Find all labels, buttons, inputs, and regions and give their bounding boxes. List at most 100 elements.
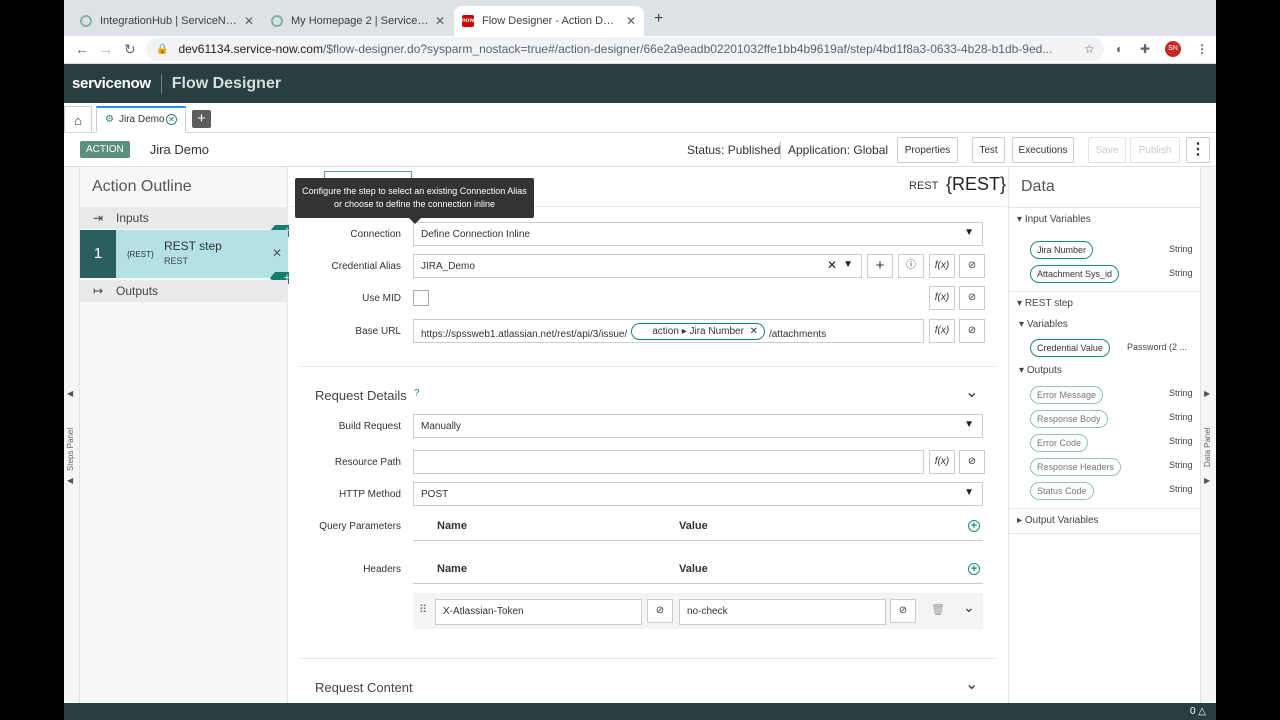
query-parameters-label: Query Parameters bbox=[319, 521, 401, 532]
add-tab-button[interactable]: + bbox=[192, 110, 211, 128]
delete-step-icon[interactable]: ✕ bbox=[272, 246, 282, 260]
profile-avatar[interactable]: SN bbox=[1165, 41, 1181, 57]
data-panel-toggle[interactable]: ▶ Data Panel ▶ bbox=[1200, 167, 1216, 703]
outline-outputs-label: Outputs bbox=[116, 284, 159, 298]
add-credential-button[interactable]: + bbox=[867, 254, 893, 278]
script-toggle-button[interactable]: f(x) bbox=[929, 254, 955, 278]
browser-tab-homepage[interactable]: My Homepage 2 | ServiceNow ✕ bbox=[263, 6, 453, 36]
input-variables-section[interactable]: ▾ Input Variables bbox=[1009, 207, 1201, 231]
data-pill-status-code[interactable]: Status Code bbox=[1030, 482, 1094, 500]
data-pill-picker-icon[interactable]: ⊘ bbox=[959, 450, 985, 474]
url-field[interactable]: 🔒 dev61134.service-now.com /$flow-design… bbox=[146, 37, 1104, 61]
delete-row-icon[interactable]: 🗑 bbox=[931, 603, 945, 616]
chevron-down-icon: ▼ bbox=[843, 259, 853, 270]
script-toggle-button[interactable]: f(x) bbox=[929, 286, 955, 310]
collapse-chevron-icon[interactable]: ⌄ bbox=[965, 382, 978, 402]
data-pill-picker-icon[interactable]: ⊘ bbox=[647, 599, 673, 623]
extension-icon[interactable]: ◐ bbox=[1116, 42, 1123, 56]
caret-down-icon: ▾ bbox=[1017, 298, 1025, 309]
status-text: Status: Published bbox=[687, 143, 781, 157]
base-url-field[interactable]: https://spssweb1.atlassian.net/rest/api/… bbox=[413, 319, 924, 343]
test-button[interactable]: Test bbox=[972, 137, 1005, 163]
collapse-left-icon[interactable]: ◀ bbox=[67, 389, 73, 398]
collapse-left-icon[interactable]: ◀ bbox=[67, 476, 73, 485]
new-tab-button[interactable]: + bbox=[654, 10, 663, 28]
info-icon[interactable]: ⓘ bbox=[898, 254, 924, 278]
add-query-parameter-icon[interactable]: + bbox=[968, 520, 980, 532]
expand-row-icon[interactable]: ⌄ bbox=[963, 599, 975, 616]
build-request-select[interactable]: Manually ▼ bbox=[413, 414, 983, 438]
resource-path-field[interactable] bbox=[413, 450, 924, 474]
close-tab-icon[interactable]: ✕ bbox=[626, 14, 636, 28]
remove-pill-icon[interactable]: ✕ bbox=[750, 326, 758, 337]
browser-tab-integrationhub[interactable]: IntegrationHub | ServiceNow D ✕ bbox=[72, 6, 262, 36]
use-mid-checkbox[interactable] bbox=[413, 290, 429, 306]
more-options-icon[interactable]: ⋮ bbox=[1186, 137, 1210, 163]
home-tab[interactable]: ⌂ bbox=[64, 106, 92, 133]
browser-menu-icon[interactable]: ⋮ bbox=[1196, 42, 1208, 56]
data-pill-response-body[interactable]: Response Body bbox=[1030, 410, 1108, 428]
data-pill-picker-icon[interactable]: ⊘ bbox=[959, 319, 985, 343]
header-name-field[interactable]: X-Atlassian-Token bbox=[435, 599, 642, 625]
close-tab-icon[interactable]: ✕ bbox=[244, 14, 254, 28]
properties-button[interactable]: Properties bbox=[897, 137, 958, 163]
browser-tab-flow-designer[interactable]: now Flow Designer - Action Designer ✕ bbox=[454, 6, 644, 36]
publish-button[interactable]: Publish bbox=[1130, 137, 1180, 163]
data-pill-credential-value[interactable]: Credential Value bbox=[1030, 339, 1110, 357]
use-mid-row: Use MID f(x) ⊘ bbox=[289, 284, 1007, 312]
help-icon[interactable]: ? bbox=[414, 388, 420, 399]
column-value: Value bbox=[679, 520, 708, 532]
save-button[interactable]: Save bbox=[1088, 137, 1126, 163]
action-tab-icon: ⚙ bbox=[105, 114, 114, 125]
data-pill-jira-number[interactable]: Jira Number bbox=[1030, 241, 1094, 259]
script-toggle-button[interactable]: f(x) bbox=[929, 319, 955, 343]
drag-handle-icon[interactable]: ⠿ bbox=[419, 603, 427, 616]
add-header-icon[interactable]: + bbox=[968, 563, 980, 575]
data-pill-picker-icon[interactable]: ⊘ bbox=[959, 286, 985, 310]
reload-icon[interactable]: ↻ bbox=[124, 41, 136, 58]
script-toggle-button[interactable]: f(x) bbox=[929, 450, 955, 474]
bookmark-star-icon[interactable]: ☆ bbox=[1084, 42, 1095, 56]
chevron-down-icon: ▼ bbox=[964, 227, 974, 238]
close-tab-icon[interactable]: ✕ bbox=[435, 14, 445, 28]
collapse-chevron-icon[interactable]: ⌄ bbox=[965, 674, 978, 694]
back-icon[interactable]: ← bbox=[75, 41, 89, 57]
base-url-row: Base URL https://spssweb1.atlassian.net/… bbox=[289, 317, 1007, 345]
data-type: String bbox=[1169, 268, 1193, 278]
data-pill[interactable]: action ▸ Jira Number ✕ bbox=[631, 323, 765, 340]
clear-icon[interactable]: ✕ bbox=[827, 258, 837, 272]
chevron-down-icon: ▼ bbox=[964, 419, 974, 430]
http-method-select[interactable]: POST ▼ bbox=[413, 482, 983, 506]
header-value-field[interactable]: no-check bbox=[679, 599, 886, 625]
data-pill-picker-icon[interactable]: ⊘ bbox=[959, 254, 985, 278]
outline-inputs[interactable]: ⇥ Inputs bbox=[80, 207, 288, 229]
variables-section[interactable]: ▾ Variables bbox=[1019, 319, 1068, 330]
data-pill-response-headers[interactable]: Response Headers bbox=[1030, 458, 1122, 476]
puzzle-icon[interactable]: ✚ bbox=[1140, 42, 1150, 56]
output-variables-section[interactable]: ▸ Output Variables bbox=[1009, 508, 1201, 534]
collapse-right-icon[interactable]: ▶ bbox=[1204, 476, 1210, 485]
notification-count[interactable]: 0 bbox=[1190, 706, 1196, 717]
application-text: Application: Global bbox=[788, 143, 889, 157]
collapse-right-icon[interactable]: ▶ bbox=[1204, 389, 1210, 398]
data-pill-picker-icon[interactable]: ⊘ bbox=[890, 599, 916, 623]
credential-select[interactable]: JIRA_Demo ✕ ▼ bbox=[413, 254, 862, 278]
data-pill-attachment-sys-id[interactable]: Attachment Sys_id bbox=[1030, 265, 1120, 283]
tab-jira-demo[interactable]: ⚙ Jira Demo ✕ bbox=[96, 106, 186, 133]
forward-icon[interactable]: → bbox=[99, 41, 113, 57]
outline-outputs[interactable]: ↦ Outputs bbox=[80, 280, 288, 302]
executions-button[interactable]: Executions bbox=[1012, 137, 1074, 163]
data-pill-error-message[interactable]: Error Message bbox=[1030, 386, 1104, 404]
caret-right-icon: ▸ bbox=[1017, 515, 1025, 526]
address-bar: ← → ↻ 🔒 dev61134.service-now.com /$flow-… bbox=[64, 36, 1216, 64]
connection-select[interactable]: Define Connection Inline ▼ bbox=[413, 222, 983, 246]
steps-panel-toggle[interactable]: ◀ Steps Panel ◀ bbox=[64, 167, 80, 703]
rest-step-section[interactable]: ▾ REST step bbox=[1009, 291, 1201, 315]
outline-step-rest[interactable]: 1 {REST} REST step REST ✕ bbox=[80, 230, 288, 278]
warning-icon[interactable]: △ bbox=[1198, 706, 1206, 717]
outputs-section[interactable]: ▾ Outputs bbox=[1019, 365, 1062, 376]
data-pill-error-code[interactable]: Error Code bbox=[1030, 434, 1089, 452]
close-tab-icon[interactable]: ✕ bbox=[166, 114, 177, 125]
resource-path-label: Resource Path bbox=[334, 457, 401, 468]
servicenow-logo[interactable]: servicenow bbox=[72, 75, 151, 92]
